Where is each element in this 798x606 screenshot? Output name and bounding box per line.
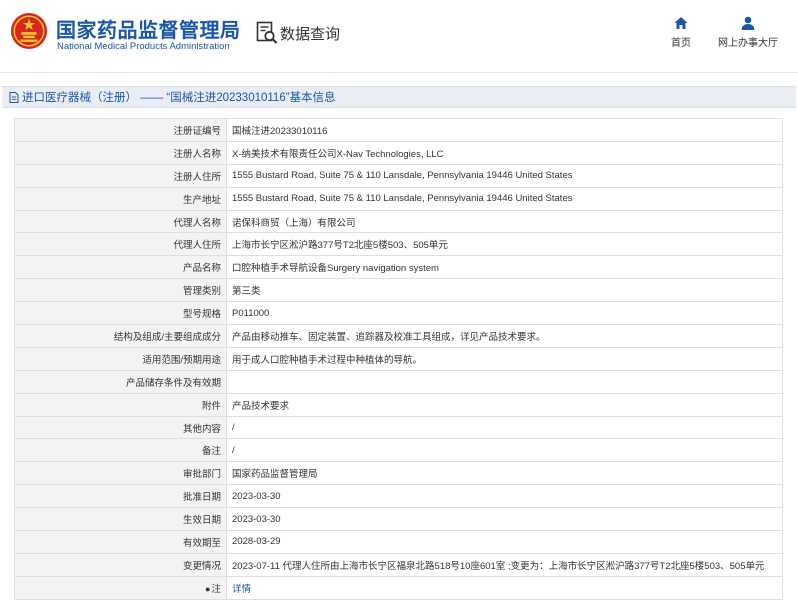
field-label: 产品名称 [14, 255, 227, 280]
field-value: 上海市长宁区淞沪路377号T2北座5楼503、505单元 [226, 232, 783, 257]
note-value-cell: 详情 [226, 575, 783, 600]
field-value: 2023-07-11 代理人住所由上海市长宁区福泉北路518号10座601室 ;… [226, 552, 783, 577]
field-value: 1555 Bustard Road, Suite 75 & 110 Lansda… [226, 163, 783, 188]
field-label: 生效日期 [14, 507, 227, 532]
table-row: 产品储存条件及有效期 [14, 369, 783, 394]
field-label: 生产地址 [14, 186, 227, 211]
field-value: X-纳美技术有限责任公司X-Nav Technologies, LLC [226, 140, 783, 165]
note-label-cell: ●注 [14, 575, 227, 600]
note-row: ●注 详情 [14, 575, 783, 600]
field-value: 国家药品监督管理局 [226, 461, 783, 486]
table-row: 代理人住所 上海市长宁区淞沪路377号T2北座5楼503、505单元 [14, 232, 783, 257]
table-row: 其他内容 / [14, 415, 783, 440]
data-query-icon [256, 21, 278, 44]
field-label: 型号规格 [14, 301, 227, 326]
field-value: 产品技术要求 [226, 392, 783, 417]
header-divider [0, 72, 798, 73]
field-value: 第三类 [226, 278, 783, 303]
field-label: 管理类别 [14, 278, 227, 303]
field-value: 国械注进20233010116 [226, 118, 783, 142]
org-name-cn: 国家药品监督管理局 [56, 20, 241, 42]
field-value: 1555 Bustard Road, Suite 75 & 110 Lansda… [226, 186, 783, 211]
field-label: 其他内容 [14, 415, 227, 440]
data-query-heading: 数据查询 [256, 20, 340, 46]
table-row: 审批部门 国家药品监督管理局 [14, 461, 783, 486]
field-label: 附件 [14, 392, 227, 417]
field-label: 结构及组成/主要组成成分 [14, 324, 227, 348]
field-value: 诺保科商贸（上海）有限公司 [226, 209, 783, 234]
field-label: 注册人住所 [14, 163, 227, 188]
field-label: 注册人名称 [14, 140, 227, 165]
field-value [226, 369, 783, 394]
table-row: 适用范围/预期用途 用于成人口腔种植手术过程中种植体的导航。 [14, 346, 783, 371]
pin-icon: ● [205, 583, 211, 594]
field-label: 适用范围/预期用途 [14, 346, 227, 371]
field-value: 产品由移动推车、固定装置、追踪器及校准工具组成，详见产品技术要求。 [226, 324, 783, 348]
field-value: 口腔种植手术导航设备Surgery navigation system [226, 255, 783, 280]
field-label: 备注 [14, 438, 227, 463]
table-row: 结构及组成/主要组成成分 产品由移动推车、固定装置、追踪器及校准工具组成，详见产品… [14, 324, 783, 348]
page-title: 进口医疗器械（注册） —— “国械注进20233010116”基本信息 [22, 92, 336, 104]
national-emblem-icon [10, 12, 48, 50]
device-info-table: 注册证编号 国械注进20233010116 注册人名称 X-纳美技术有限责任公司X-N… [14, 118, 783, 600]
field-value: 2028-03-29 [226, 530, 783, 554]
field-value: / [226, 415, 783, 440]
field-value: P011000 [226, 301, 783, 326]
table-row: 有效期至 2028-03-29 [14, 530, 783, 554]
table-row: 批准日期 2023-03-30 [14, 484, 783, 509]
home-nav-label: 首页 [671, 38, 691, 49]
details-link[interactable]: 详情 [232, 584, 251, 595]
table-row: 型号规格 P011000 [14, 301, 783, 326]
field-label: 代理人住所 [14, 232, 227, 257]
home-icon [674, 17, 688, 29]
field-label: 代理人名称 [14, 209, 227, 234]
table-row: 注册人住所 1555 Bustard Road, Suite 75 & 110 L… [14, 163, 783, 188]
table-row: 代理人名称 诺保科商贸（上海）有限公司 [14, 209, 783, 234]
user-icon [741, 16, 755, 30]
table-row: 附件 产品技术要求 [14, 392, 783, 417]
field-label: 注册证编号 [14, 118, 227, 142]
page-title-bar: 进口医疗器械（注册） —— “国械注进20233010116”基本信息 [2, 86, 796, 108]
field-label: 批准日期 [14, 484, 227, 509]
field-label: 有效期至 [14, 530, 227, 554]
table-row: 变更情况 2023-07-11 代理人住所由上海市长宁区福泉北路518号10座60… [14, 552, 783, 577]
table-row: 备注 / [14, 438, 783, 463]
org-name-en: National Medical Products Administration [57, 41, 230, 52]
field-label: 产品储存条件及有效期 [14, 369, 227, 394]
field-label: 变更情况 [14, 552, 227, 577]
site-header: 国家药品监督管理局 National Medical Products Admi… [0, 0, 798, 72]
table-row: 注册证编号 国械注进20233010116 [14, 118, 783, 142]
table-row: 管理类别 第三类 [14, 278, 783, 303]
note-label: 注 [211, 583, 221, 595]
table-row: 注册人名称 X-纳美技术有限责任公司X-Nav Technologies, LLC [14, 140, 783, 165]
table-row: 生效日期 2023-03-30 [14, 507, 783, 532]
field-value: 2023-03-30 [226, 507, 783, 532]
field-value: / [226, 438, 783, 463]
table-row: 产品名称 口腔种植手术导航设备Surgery navigation system [14, 255, 783, 280]
document-icon [9, 91, 19, 103]
field-value: 2023-03-30 [226, 484, 783, 509]
field-value: 用于成人口腔种植手术过程中种植体的导航。 [226, 346, 783, 371]
online-service-hall-button[interactable]: 网上办事大厅 [714, 16, 782, 49]
field-label: 审批部门 [14, 461, 227, 486]
data-query-label: 数据查询 [280, 25, 341, 43]
home-nav-button[interactable]: 首页 [667, 16, 695, 49]
table-row: 生产地址 1555 Bustard Road, Suite 75 & 110 La… [14, 186, 783, 211]
online-service-hall-label: 网上办事大厅 [718, 38, 778, 49]
